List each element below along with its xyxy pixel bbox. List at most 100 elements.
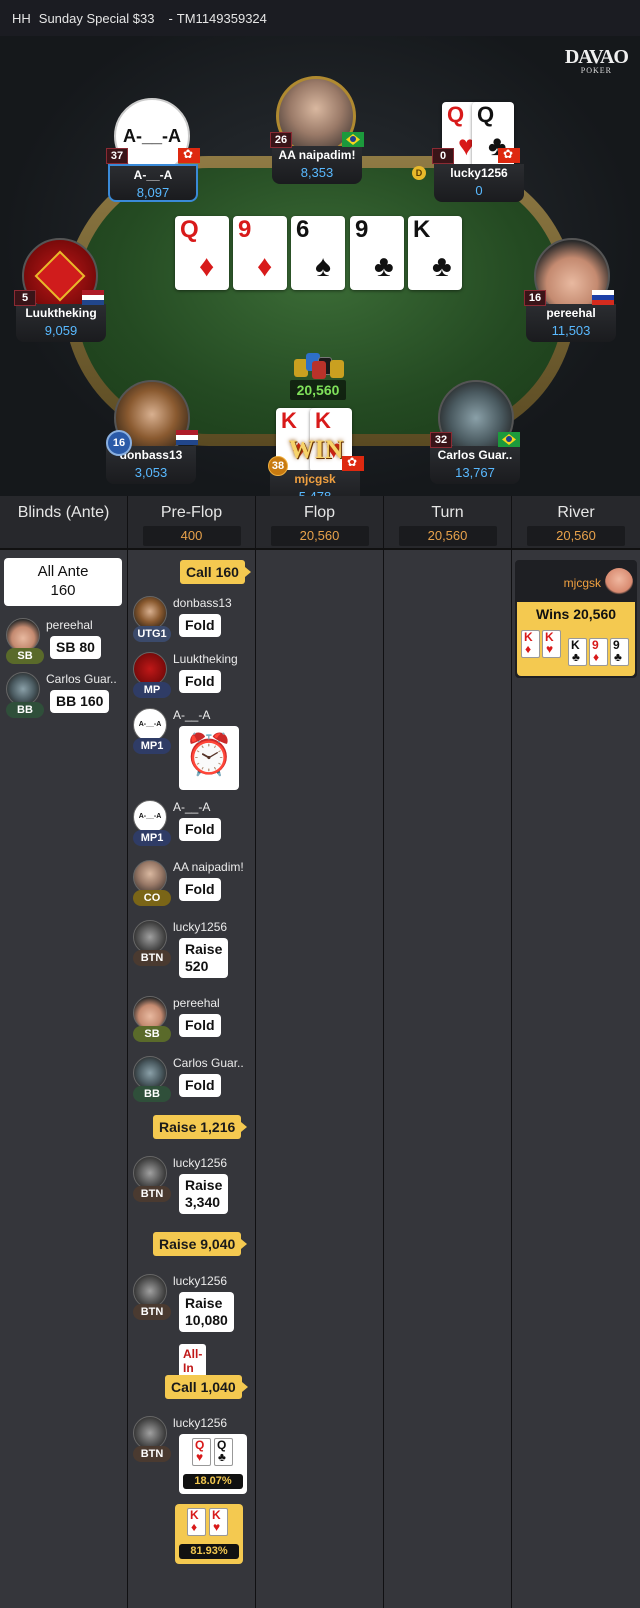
hong-kong-flag-icon — [498, 147, 520, 163]
action-box: Fold — [179, 670, 221, 693]
level-badge: 5 — [14, 290, 36, 306]
avatar — [133, 860, 167, 894]
player-name: lucky1256 — [173, 1274, 228, 1288]
mini-card: Q ♣ — [214, 1438, 233, 1466]
board-card: 9 ♦ — [233, 216, 287, 290]
mini-card: K ♦ — [187, 1508, 206, 1536]
position-badge: MP1 — [133, 830, 171, 846]
action-box: Fold — [179, 818, 221, 841]
player-name: Carlos Guar.. — [46, 672, 117, 686]
hero-action-pill: Raise 9,040 — [153, 1232, 248, 1256]
action-box: Fold — [179, 878, 221, 901]
tournament-title: Sunday Special $33 — [38, 10, 155, 26]
header-prefix: HH — [12, 10, 31, 26]
pot-amount: 20,560 — [290, 380, 346, 400]
winner-avatar — [605, 568, 633, 596]
column-header: Pre-Flop 400 — [128, 496, 255, 550]
mini-card: K ♥ — [542, 630, 561, 658]
column-body — [384, 550, 511, 1608]
alarm-clock-icon: ⏰ — [179, 726, 239, 790]
action-history: Blinds (Ante) All Ante 160 SB pereehal S… — [0, 496, 640, 1608]
player-name: lucky1256 — [173, 1416, 228, 1430]
seat-luuktheking[interactable]: Luuktheking 9,059 5 — [14, 238, 110, 342]
position-badge: BTN — [133, 1304, 171, 1320]
action-entry: BB Carlos Guar.. BB 160 — [6, 672, 124, 722]
header-separator: - — [168, 10, 173, 26]
column-body: All Ante 160 SB pereehal SB 80 BB Carlos… — [0, 550, 127, 1608]
column-body: Call 160 UTG1 donbass13 Fold MP Luukthek… — [128, 550, 255, 1608]
hero-action-pill: Raise 1,216 — [153, 1115, 248, 1139]
action-box: Fold — [179, 614, 221, 637]
player-name: lucky1256 — [173, 1156, 228, 1170]
position-badge: UTG1 — [133, 626, 171, 642]
brazil-flag-icon — [342, 132, 364, 147]
win-amount-box: Wins 20,560 K ♦ K ♥ K ♣ 9 ♦ 9 ♣ — [517, 602, 635, 676]
street-pot: 20,560 — [527, 526, 625, 546]
nameplate: pereehal 11,503 — [526, 304, 616, 342]
poker-table-view: DAVAO POKER Q ♦ 9 ♦ 6 ♠ 9 ♣ K ♣ 20,560 A-__-A… — [0, 36, 640, 496]
player-name: pereehal — [173, 996, 220, 1010]
column-body — [256, 550, 383, 1608]
pot-chips-icon — [292, 349, 348, 379]
seat-a-a[interactable]: A-__-A A-__-A 8,097 37 — [106, 98, 202, 208]
avatar — [133, 1156, 167, 1190]
seat-pereehal[interactable]: pereehal 11,503 16 — [524, 238, 620, 342]
position-badge: SB — [133, 1026, 171, 1042]
avatar — [133, 1274, 167, 1308]
avatar — [133, 596, 167, 630]
avatar: A-__-A — [133, 800, 167, 834]
level-badge: 32 — [430, 432, 452, 448]
seat-aa-naipadim[interactable]: AA naipadim! 8,353 26 — [270, 74, 366, 188]
showdown-box: Q ♥ Q ♣ 18.07% — [179, 1434, 247, 1494]
player-name: lucky1256 — [173, 920, 228, 934]
seat-carlos[interactable]: Carlos Guar.. 13,767 32 — [430, 380, 530, 484]
seat-hero-mjcgsk[interactable]: K♦ K♥ WIN mjcgsk 5,478 38 — [268, 408, 370, 496]
avatar — [133, 1056, 167, 1090]
board-card: Q ♦ — [175, 216, 229, 290]
position-badge: CO — [133, 890, 171, 906]
mini-card: K ♥ — [209, 1508, 228, 1536]
position-badge: SB — [6, 648, 44, 664]
position-badge: MP1 — [133, 738, 171, 754]
player-name: A-__-A — [173, 708, 211, 722]
action-box: Fold — [179, 1074, 221, 1097]
mini-card: K ♦ — [521, 630, 540, 658]
avatar — [6, 672, 40, 706]
player-name: A-__-A — [173, 800, 211, 814]
netherlands-flag-icon — [176, 430, 198, 445]
hero-action-pill: Call 1,040 — [165, 1375, 248, 1399]
nameplate: AA naipadim! 8,353 — [272, 146, 362, 184]
action-box: Raise 10,080 — [179, 1292, 234, 1332]
nameplate: Carlos Guar.. 13,767 — [430, 446, 520, 484]
player-name: pereehal — [46, 618, 93, 632]
nameplate: Luuktheking 9,059 — [16, 304, 106, 342]
russia-flag-icon — [592, 290, 614, 305]
mini-card: 9 ♣ — [610, 638, 629, 666]
nameplate: lucky1256 0 — [434, 164, 524, 202]
seat-lucky1256[interactable]: Q♥ Q♣ lucky1256 0 0 D — [412, 102, 534, 206]
hero-action-pill: Call 160 — [180, 560, 251, 584]
position-badge: BB — [133, 1086, 171, 1102]
action-box: SB 80 — [50, 636, 101, 659]
column-header: Turn 20,560 — [384, 496, 511, 550]
level-badge: 26 — [270, 132, 292, 148]
seat-donbass13[interactable]: donbass13 3,053 16 — [106, 380, 206, 484]
column-body: mjcgsk Wins 20,560 K ♦ K ♥ K ♣ 9 ♦ 9 ♣ — [512, 550, 640, 1608]
board-card: K ♣ — [408, 216, 462, 290]
street-name: Turn — [431, 504, 464, 521]
column-header: Blinds (Ante) — [0, 496, 127, 550]
board-card: 6 ♠ — [291, 216, 345, 290]
hong-kong-flag-icon — [342, 455, 364, 471]
action-entry: SB pereehal SB 80 — [6, 618, 124, 668]
column-flop: Flop 20,560 — [256, 496, 384, 1608]
brand-logo: DAVAO POKER — [564, 46, 629, 75]
hand-id: TM1149359324 — [176, 10, 267, 26]
action-box: Raise 3,340 — [179, 1174, 229, 1214]
column-blinds: Blinds (Ante) All Ante 160 SB pereehal S… — [0, 496, 128, 1608]
hong-kong-flag-icon — [178, 147, 200, 163]
player-name: donbass13 — [173, 596, 232, 610]
all-in-tag: All-In — [179, 1344, 207, 1378]
mini-card: K ♣ — [568, 638, 587, 666]
avatar — [133, 1416, 167, 1450]
street-name: Flop — [303, 504, 336, 521]
